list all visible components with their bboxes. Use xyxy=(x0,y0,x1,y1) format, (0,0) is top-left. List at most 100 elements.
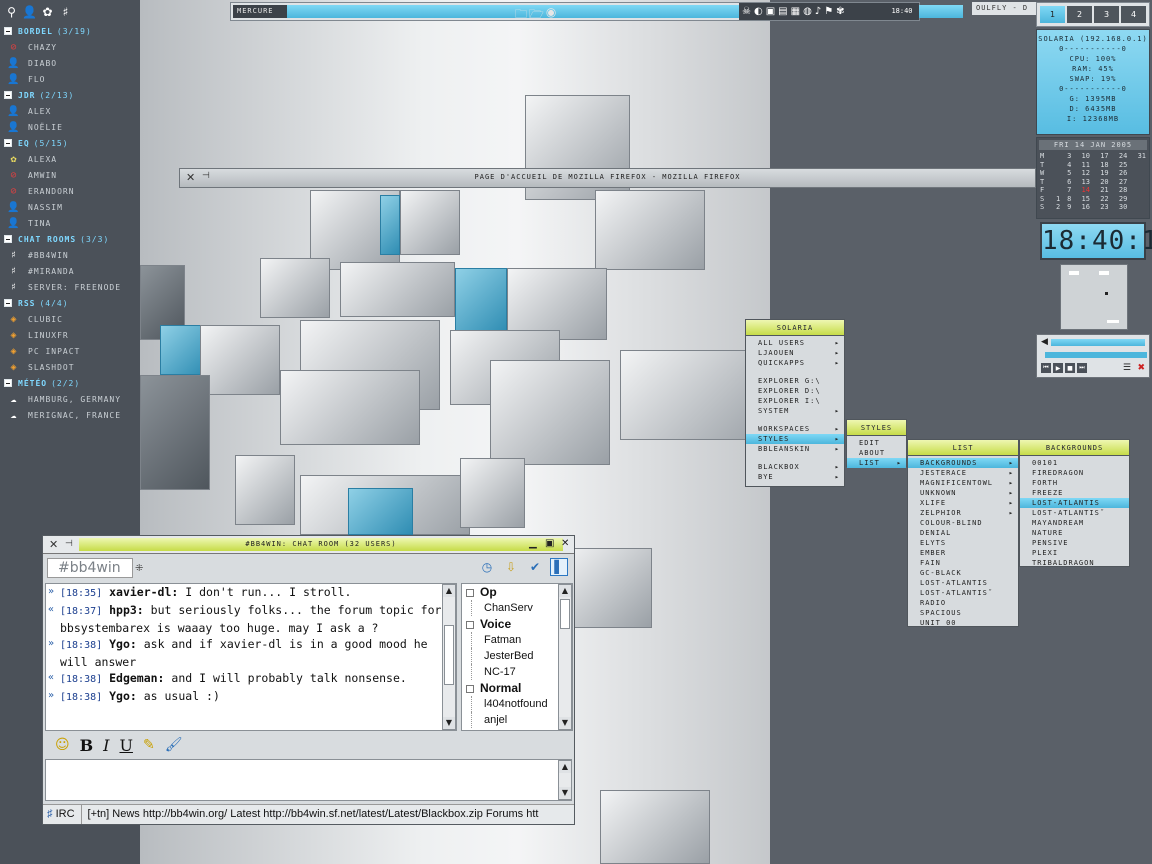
menu-item-denial[interactable]: DENIAL xyxy=(908,528,1018,538)
scroll-up-icon[interactable]: ▲ xyxy=(559,761,571,773)
message-input[interactable] xyxy=(45,759,572,801)
userlist-scrollbar[interactable]: ▲ ▼ xyxy=(558,584,572,730)
contact-item[interactable]: ◈ SLASHDOT xyxy=(0,359,140,375)
collapse-icon[interactable] xyxy=(4,299,12,307)
menu-item-ember[interactable]: EMBER xyxy=(908,548,1018,558)
contact-item[interactable]: ♯ #MIRANDA xyxy=(0,263,140,279)
bold-icon[interactable]: B xyxy=(80,736,94,755)
menu-item-radio[interactable]: RADIO xyxy=(908,598,1018,608)
check-icon[interactable]: ✔ xyxy=(526,558,544,576)
calendar-day[interactable]: 15 xyxy=(1072,195,1091,204)
calendar-day[interactable]: 6 xyxy=(1061,178,1072,187)
menu-item-ljaouen[interactable]: LJAOUEN xyxy=(746,348,844,358)
menu-item-magnificentowl[interactable]: MAGNIFICENTOWL xyxy=(908,478,1018,488)
playlist-icon[interactable]: ☰ xyxy=(1123,363,1131,373)
calendar-day[interactable]: 8 xyxy=(1061,195,1072,204)
calendar-day[interactable]: 12 xyxy=(1072,169,1091,178)
calendar-day[interactable]: 1 xyxy=(1050,195,1061,204)
italic-icon[interactable]: I xyxy=(103,736,109,755)
user-list-item[interactable]: l404notfound xyxy=(462,696,572,712)
menu-item-tribaldragon[interactable]: TRIBALDRAGON xyxy=(1020,558,1129,568)
minimize-icon[interactable]: ▁ xyxy=(529,538,537,549)
workspace-button[interactable]: 4 xyxy=(1121,6,1146,23)
menu-item-elyts[interactable]: ELYTS xyxy=(908,538,1018,548)
message-nick[interactable]: hpp3: xyxy=(109,603,144,617)
flag-icon[interactable]: ⚑ xyxy=(824,6,833,17)
menu-item-lost-atlantis[interactable]: LOST-ATLANTIS xyxy=(1020,498,1129,508)
contact-item[interactable]: 👤 DIABO xyxy=(0,55,140,71)
calendar-day[interactable]: 28 xyxy=(1110,186,1129,195)
contact-item[interactable]: 👤 NASSIM xyxy=(0,199,140,215)
menu-item-explorer-g[interactable]: EXPLORER G:\ xyxy=(746,376,844,386)
audio-icon[interactable]: ♪ xyxy=(815,6,821,17)
scroll-up-icon[interactable]: ▲ xyxy=(443,585,455,597)
calendar-day[interactable]: 19 xyxy=(1091,169,1110,178)
menu-item-plexi[interactable]: PLEXI xyxy=(1020,548,1129,558)
calendar-day[interactable]: 26 xyxy=(1110,169,1129,178)
contact-item[interactable]: ☁ MERIGNAC, FRANCE xyxy=(0,407,140,423)
contact-item[interactable]: ◈ LINUXFR xyxy=(0,327,140,343)
calendar-day[interactable]: 10 xyxy=(1072,152,1091,161)
calendar-day[interactable]: 13 xyxy=(1072,178,1091,187)
calendar-day[interactable]: 29 xyxy=(1110,195,1129,204)
window-label-oulfly[interactable]: OULFLY - D xyxy=(972,2,1040,15)
contact-item[interactable]: ⊘ AMWIN xyxy=(0,167,140,183)
toolbar-label[interactable]: MERCURE xyxy=(233,5,287,18)
menu-item-gc-black[interactable]: GC-BLACK xyxy=(908,568,1018,578)
menu-item-all-users[interactable]: ALL USERS xyxy=(746,338,844,348)
collapse-icon[interactable] xyxy=(4,235,12,243)
collapse-icon[interactable] xyxy=(4,379,12,387)
smiley-icon[interactable]: ☺ xyxy=(55,737,70,753)
calendar-day[interactable] xyxy=(1128,195,1147,204)
scroll-up-icon[interactable]: ▲ xyxy=(559,585,571,597)
highlight-icon[interactable]: ✎ xyxy=(143,737,155,753)
contact-item[interactable]: ♯ #BB4WIN xyxy=(0,247,140,263)
network-icon[interactable]: ▣ xyxy=(766,6,775,17)
alien-icon[interactable]: ☠ xyxy=(742,6,751,17)
history-icon[interactable]: ◷ xyxy=(478,558,496,576)
bb4win-icon[interactable]: ♯ xyxy=(58,4,73,19)
contact-group[interactable]: MÉTÉO (2/2) xyxy=(0,375,140,391)
calendar-day[interactable] xyxy=(1050,161,1061,170)
prev-icon[interactable]: ⏮ xyxy=(1041,363,1051,373)
network-icon[interactable]: ▦ xyxy=(791,6,800,17)
calendar-day[interactable]: 24 xyxy=(1110,152,1129,161)
firefox-window-titlebar[interactable]: ✕ ⊣ PAGE D'ACCUEIL DE MOZILLA FIREFOX - … xyxy=(179,168,1036,188)
calendar-day[interactable]: 30 xyxy=(1110,203,1129,212)
flower-icon[interactable]: ✿ xyxy=(40,4,55,19)
workspace-button[interactable]: 3 xyxy=(1094,6,1119,23)
contact-group[interactable]: EQ (5/15) xyxy=(0,135,140,151)
calendar-day[interactable]: 9 xyxy=(1061,203,1072,212)
menu-item-quickapps[interactable]: QUICKAPPS xyxy=(746,358,844,368)
contact-item[interactable]: 👤 TINA xyxy=(0,215,140,231)
menu-item-edit[interactable]: EDIT xyxy=(847,438,906,448)
stop-icon[interactable]: ■ xyxy=(1065,363,1075,373)
calendar-day[interactable]: 16 xyxy=(1072,203,1091,212)
user-list-item[interactable]: anjel xyxy=(462,712,572,728)
seek-slider[interactable] xyxy=(1051,339,1145,346)
menu-item-jesterace[interactable]: JESTERACE xyxy=(908,468,1018,478)
close-icon[interactable]: ✕ xyxy=(561,538,569,549)
calendar-day[interactable] xyxy=(1128,178,1147,187)
menu-item-lost-atlantis[interactable]: LOST-ATLANTIS xyxy=(908,578,1018,588)
scroll-down-icon[interactable]: ▼ xyxy=(559,717,571,729)
contact-item[interactable]: ⊘ CHAZY xyxy=(0,39,140,55)
globe-icon[interactable]: ◍ xyxy=(803,6,812,17)
firefox-icon[interactable]: ◉ xyxy=(546,5,556,26)
play-icon[interactable]: ▶ xyxy=(1053,363,1063,373)
calendar-day[interactable]: 25 xyxy=(1110,161,1129,170)
search-icon[interactable]: ⚲ xyxy=(4,4,19,19)
calendar-day[interactable]: 17 xyxy=(1091,152,1110,161)
folder-icon[interactable]: 🗀 xyxy=(515,5,527,26)
user-group-header[interactable]: Op xyxy=(462,584,572,600)
userlist-toggle-icon[interactable]: ▌ xyxy=(550,558,568,576)
scroll-thumb[interactable] xyxy=(444,625,454,685)
menu-item-system[interactable]: SYSTEM xyxy=(746,406,844,416)
workspace-button[interactable]: 1 xyxy=(1040,6,1065,23)
irc-status[interactable]: ♯ IRC xyxy=(43,805,82,824)
app-icon[interactable]: ◐ xyxy=(754,6,763,17)
collapse-icon[interactable] xyxy=(4,139,12,147)
toolbar-clock[interactable]: 18:40 xyxy=(887,5,917,18)
scroll-thumb[interactable] xyxy=(560,599,570,629)
menu-item-explorer-i[interactable]: EXPLORER I:\ xyxy=(746,396,844,406)
